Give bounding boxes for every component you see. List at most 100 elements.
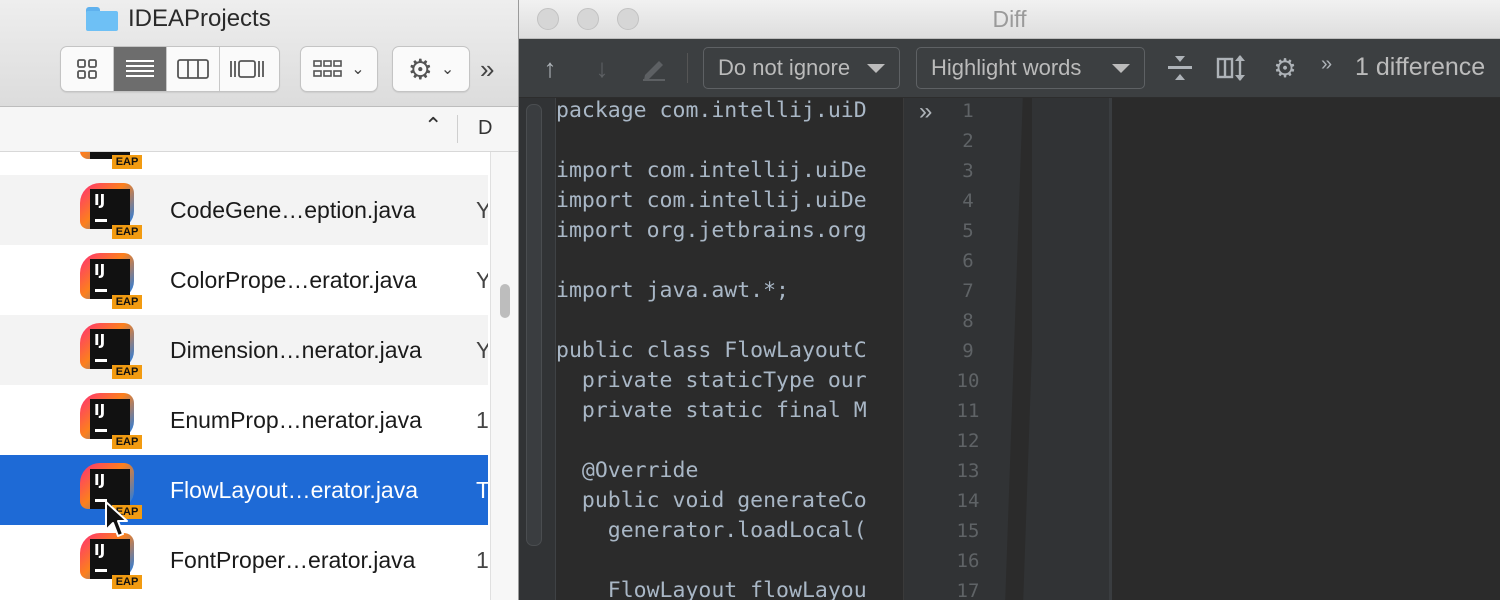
action-menu-button[interactable]: ⚙ ⌄: [392, 46, 470, 92]
dropdown-arrow-icon: [1112, 63, 1130, 73]
middle-diff-gutter: [1032, 98, 1110, 600]
diff-titlebar: Diff: [519, 0, 1500, 39]
list-icon: [126, 60, 154, 77]
file-row[interactable]: IJEAP ColorPrope…erator.java Y: [0, 245, 488, 315]
previous-difference-icon[interactable]: ↑: [537, 51, 563, 85]
highlight-mode-dropdown[interactable]: Highlight words: [916, 47, 1145, 89]
finder-title-text: IDEAProjects: [128, 5, 271, 32]
line-number: 17: [956, 580, 980, 600]
file-name: FlowLayout…erator.java: [170, 477, 419, 503]
left-code-editor[interactable]: package com.intellij.uiD import com.intel…: [556, 98, 902, 600]
code-line: import org.jetbrains.org: [556, 218, 867, 243]
file-row[interactable]: IJ EAP FontProper…erator.java 1: [0, 525, 488, 595]
line-number: 12: [956, 430, 980, 452]
column-divider[interactable]: [457, 115, 458, 143]
file-name: EnumProp…nerator.java: [170, 407, 422, 433]
toolbar-overflow-icon[interactable]: »: [480, 54, 494, 85]
file-date-cell: Y: [476, 267, 488, 294]
gallery-icon: [229, 60, 264, 78]
line-number: 4: [962, 190, 974, 212]
mouse-cursor-icon: [105, 501, 128, 537]
next-difference-icon[interactable]: ↓: [589, 51, 615, 85]
difference-count: 1 difference: [1355, 53, 1486, 81]
settings-gear-icon[interactable]: ⚙: [1267, 51, 1303, 85]
highlight-mode-value: Highlight words: [931, 55, 1082, 80]
line-number: 10: [956, 370, 980, 392]
list-view-button[interactable]: [114, 47, 167, 91]
ignore-whitespace-value: Do not ignore: [718, 55, 851, 80]
column-view-button[interactable]: [167, 47, 220, 91]
code-line: import com.intellij.uiDe: [556, 188, 867, 213]
toolbar-more-icon[interactable]: »: [1321, 53, 1332, 76]
expand-right-icon[interactable]: »: [919, 98, 932, 126]
file-row[interactable]: IJEAP: [0, 152, 488, 175]
intellij-file-icon: IJEAP: [80, 533, 142, 589]
intellij-file-icon: IJEAP: [80, 152, 142, 169]
line-number: 2: [962, 130, 974, 152]
finder-scrollbar[interactable]: [490, 152, 518, 600]
line-number: 9: [962, 340, 974, 362]
file-name: Dimension…nerator.java: [170, 337, 422, 363]
code-line: @Override: [556, 458, 699, 483]
finder-toolbar: IDEAProjects ⌄ ⚙ ⌄ »: [0, 0, 518, 107]
window-title: Diff: [992, 6, 1027, 32]
line-number: 15: [956, 520, 980, 542]
toolbar-separator: [687, 53, 688, 83]
file-list: IJEAP IJEAP CodeGene…eption.java Y IJEAP Colo…: [0, 152, 488, 600]
finder-title: IDEAProjects: [86, 4, 271, 34]
left-editor-gutter: [519, 98, 556, 600]
code-line: public void generateCo: [556, 488, 867, 513]
intellij-file-icon: IJEAP: [80, 323, 142, 379]
file-date-cell: 1: [476, 407, 488, 433]
diff-toolbar: ↑ ↓ Do not ignore Highlight words ⚙ » 1 …: [519, 39, 1500, 98]
group-grid-icon: [313, 60, 343, 77]
gear-icon: ⚙: [407, 53, 433, 85]
grid-icon: [77, 59, 97, 79]
file-row[interactable]: IJ EAP EnumProp…nerator.java 1: [0, 385, 488, 455]
code-line: private staticType our: [556, 368, 867, 393]
diff-window: Diff ↑ ↓ Do not ignore Highlight words ⚙…: [519, 0, 1500, 600]
file-row[interactable]: IJEAP Dimension…nerator.java Y: [0, 315, 488, 385]
file-date-cell: Y: [476, 197, 488, 224]
view-mode-segmented-control: [60, 46, 280, 92]
gallery-view-button[interactable]: [220, 47, 273, 91]
file-name: FontProper…erator.java: [170, 547, 416, 573]
code-line: FlowLayout flowLayou: [556, 578, 867, 600]
line-number: 7: [962, 280, 974, 302]
file-row[interactable]: IJEAPFlowLayout…erator.javaT: [0, 455, 488, 525]
synchronize-scrolling-icon[interactable]: [1215, 51, 1247, 85]
code-line: private static final M: [556, 398, 867, 423]
icon-view-button[interactable]: [61, 47, 114, 91]
folder-icon: [86, 7, 118, 31]
line-number: 11: [956, 400, 980, 422]
ignore-whitespace-dropdown[interactable]: Do not ignore: [703, 47, 900, 89]
intellij-file-icon: IJEAP: [80, 393, 142, 449]
line-number: 16: [956, 550, 980, 572]
code-line: generator.loadLocal(: [556, 518, 867, 543]
collapse-unchanged-icon[interactable]: [1165, 51, 1195, 85]
group-by-button[interactable]: ⌄: [300, 46, 378, 92]
code-line: import com.intellij.uiDe: [556, 158, 867, 183]
sort-ascending-icon[interactable]: ⌃: [424, 113, 442, 139]
edit-source-icon[interactable]: [639, 51, 669, 85]
chevron-down-icon: ⌄: [351, 61, 365, 78]
file-name: CodeGene…eption.java: [170, 197, 416, 223]
intellij-file-icon: IJEAP: [80, 183, 142, 239]
line-number: 1: [962, 100, 974, 122]
columns-icon: [177, 59, 209, 79]
editor-scrollbar[interactable]: [526, 104, 542, 546]
line-number-gutter: 1 2 3 4 5 6 7 8 9 10 11 12 13 14 15 16 17: [904, 98, 1032, 600]
scroll-thumb[interactable]: [500, 284, 510, 318]
right-code-editor[interactable]: [1112, 98, 1500, 600]
line-number: 13: [956, 460, 980, 482]
line-number: 3: [962, 160, 974, 182]
column-header-date[interactable]: D: [478, 117, 492, 140]
chevron-down-icon: ⌄: [440, 61, 455, 78]
code-line: import java.awt.*;: [556, 278, 789, 303]
code-line: package com.intellij.uiD: [556, 98, 867, 123]
line-number: 8: [962, 310, 974, 332]
column-header: ⌃ D: [0, 107, 518, 152]
file-row[interactable]: IJEAP CodeGene…eption.java Y: [0, 175, 488, 245]
file-date-cell: T: [476, 477, 488, 504]
intellij-file-icon: IJEAP: [80, 253, 142, 309]
